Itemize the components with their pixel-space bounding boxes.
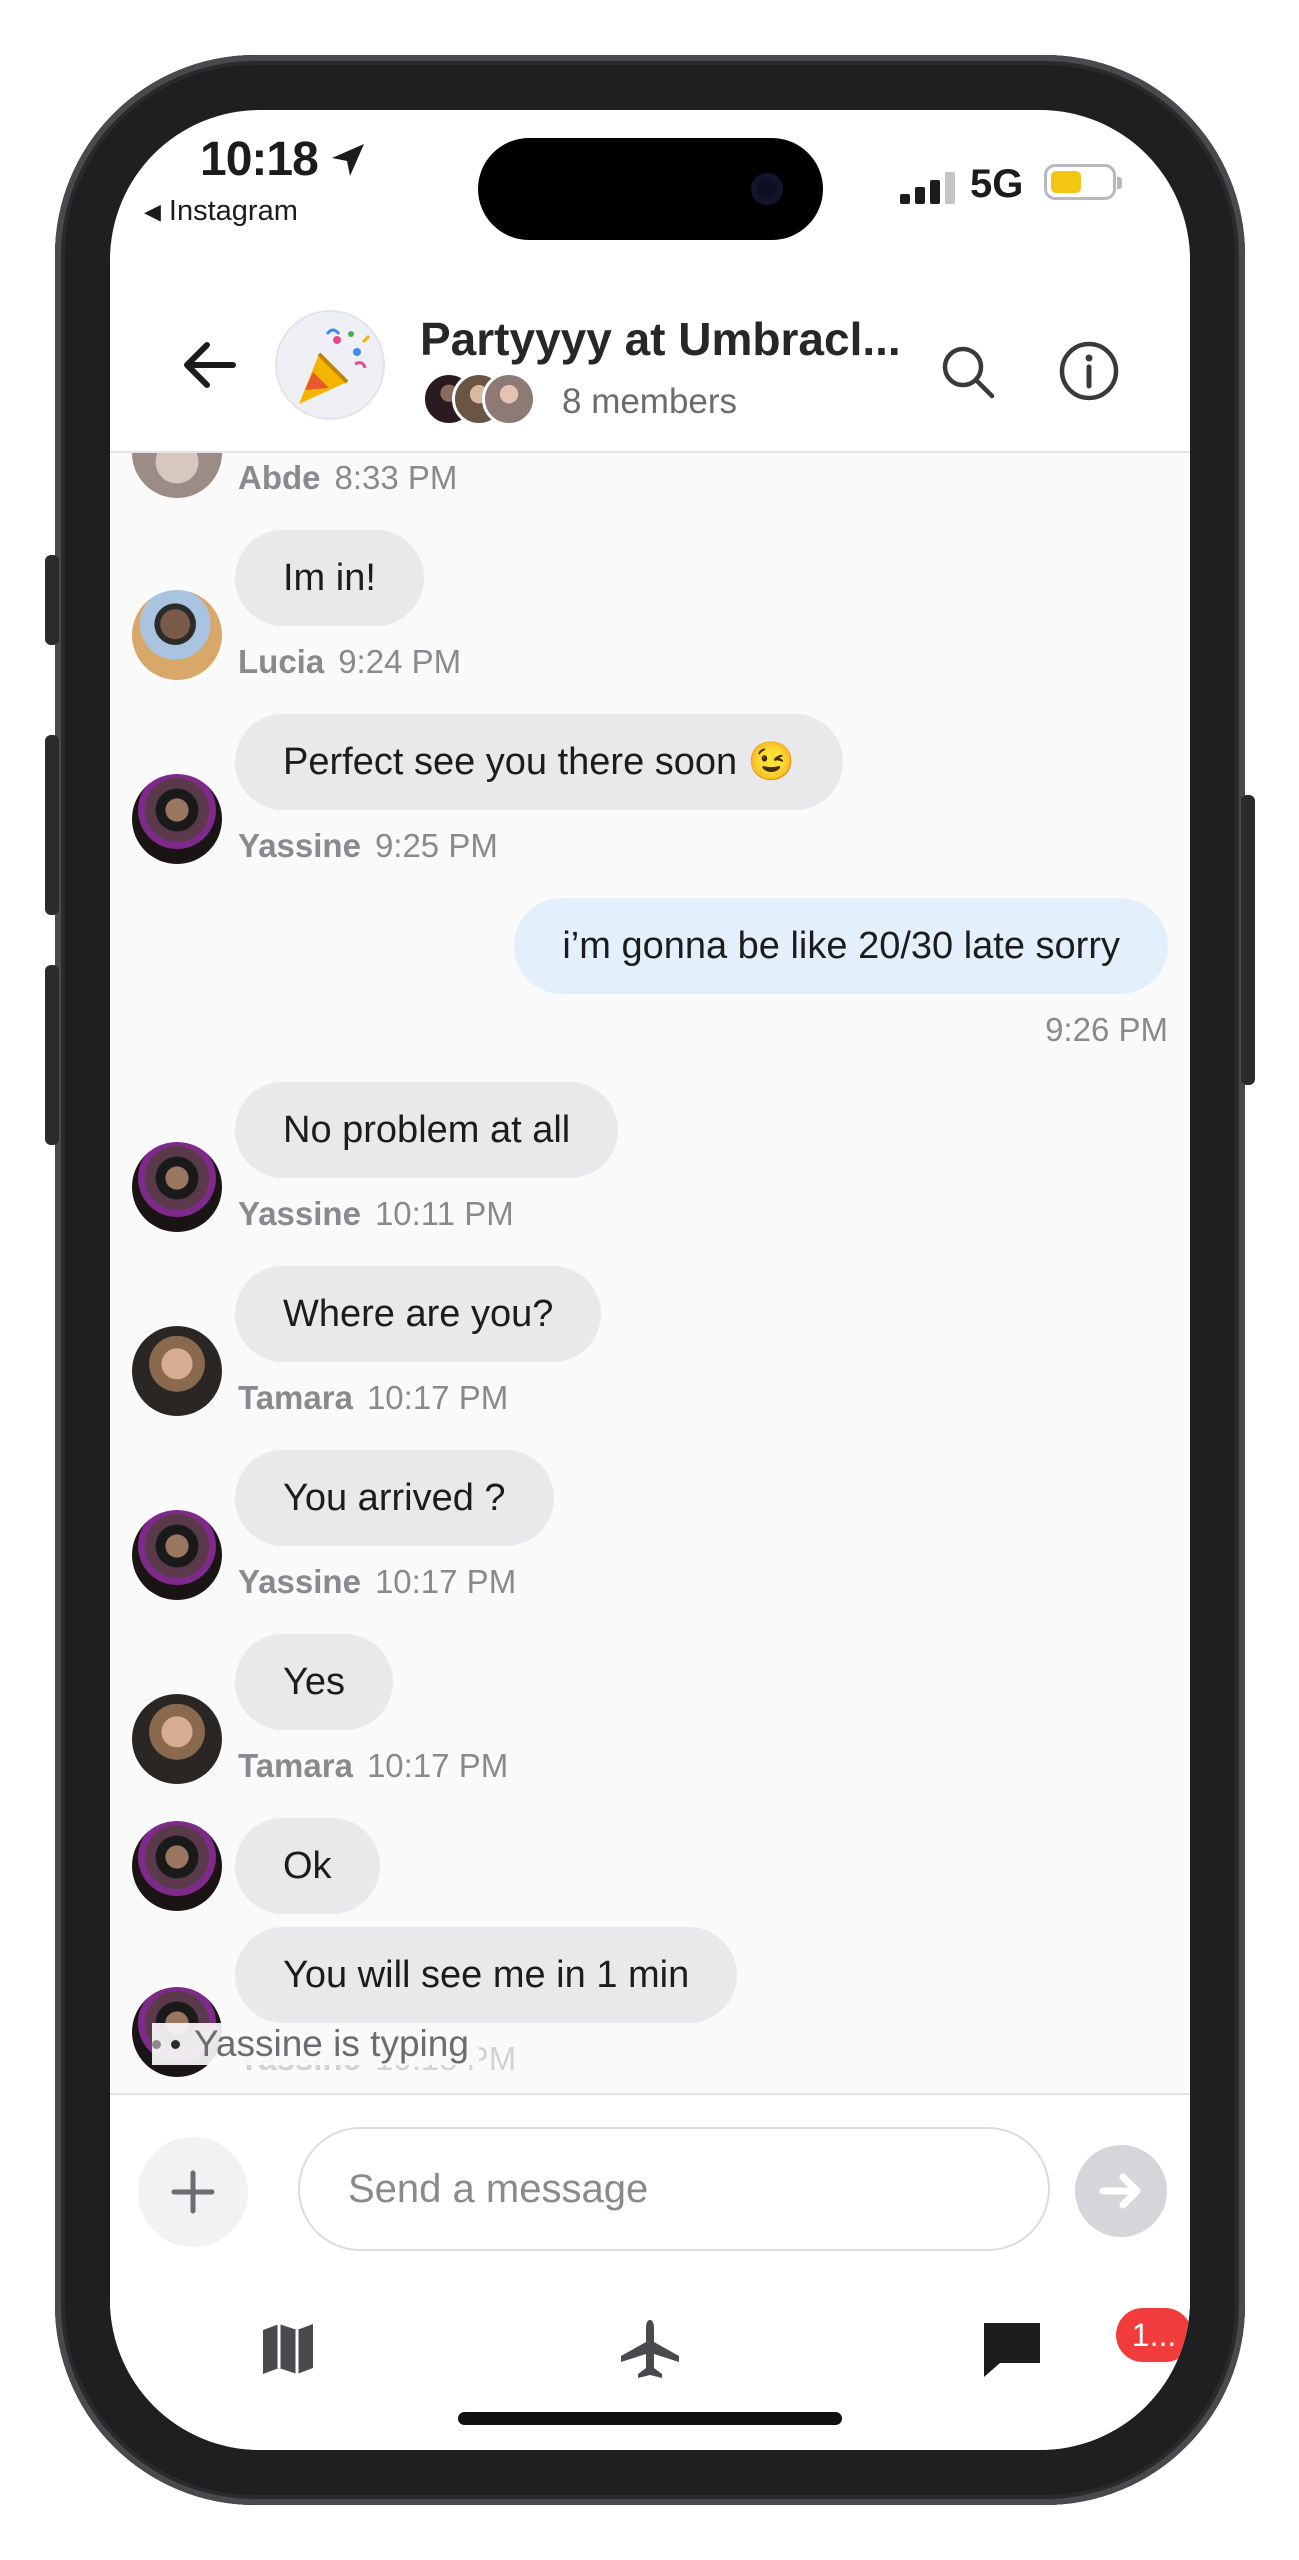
chat-header: Partyyyy at Umbracl... 8 members <box>110 290 1190 453</box>
message-bubble[interactable]: Ok <box>235 1818 380 1914</box>
typing-label: Yassine is typing <box>194 2023 469 2064</box>
typing-indicator: Yassine is typing <box>152 2023 479 2065</box>
message-meta: Yassine 10:17 PM <box>238 1563 517 1600</box>
dynamic-island <box>478 138 823 240</box>
map-icon <box>263 2324 313 2374</box>
group-avatar[interactable] <box>275 310 385 420</box>
avatar[interactable] <box>132 1821 222 1911</box>
message-bubble[interactable]: Yes <box>235 1634 393 1730</box>
message-bubble[interactable]: Perfect see you there soon 😉 <box>235 714 844 810</box>
message-meta: Tamara 10:17 PM <box>238 1379 509 1416</box>
volume-down-button <box>45 965 59 1145</box>
message-meta: Yassine 9:25 PM <box>238 827 498 864</box>
send-arrow-icon <box>1099 2173 1141 2209</box>
avatar[interactable] <box>132 1694 222 1784</box>
battery-icon <box>1044 164 1122 200</box>
party-popper-icon <box>299 328 371 404</box>
avatar[interactable] <box>132 1510 222 1600</box>
tab-trips[interactable] <box>605 2304 695 2394</box>
location-arrow-icon <box>332 144 364 176</box>
power-button <box>1241 795 1255 1085</box>
tab-map[interactable] <box>243 2304 333 2394</box>
back-arrow-icon[interactable] <box>175 330 245 400</box>
message-input[interactable] <box>298 2127 1050 2251</box>
back-app-label: Instagram <box>168 195 298 227</box>
add-attachment-button[interactable] <box>138 2137 248 2247</box>
plus-icon <box>171 2170 215 2214</box>
chat-title[interactable]: Partyyyy at Umbracl... <box>420 312 920 366</box>
info-icon[interactable] <box>1058 340 1120 402</box>
outgoing-message-bubble[interactable]: i’m gonna be like 20/30 late sorry <box>514 898 1168 994</box>
signal-icon <box>900 172 955 204</box>
message-meta: Yassine 10:11 PM <box>238 1195 514 1232</box>
avatar[interactable] <box>132 1142 222 1232</box>
avatar[interactable] <box>132 774 222 864</box>
network-label: 5G <box>970 162 1024 206</box>
home-indicator[interactable] <box>458 2412 842 2425</box>
airplane-icon <box>621 2320 679 2378</box>
message-bubble[interactable]: Where are you? <box>235 1266 602 1362</box>
volume-up-button <box>45 735 59 915</box>
composer-bar <box>110 2093 1190 2276</box>
member-avatars <box>422 372 542 428</box>
message-bubble[interactable]: No problem at all <box>235 1082 619 1178</box>
search-icon[interactable] <box>938 342 998 402</box>
typing-dots-icon <box>152 2039 180 2049</box>
message-bubble[interactable]: You will see me in 1 min <box>235 1927 738 2023</box>
message-meta: Lucia 9:24 PM <box>238 643 462 680</box>
message-thread[interactable]: Abde 8:33 PM Im in! Lucia 9:24 PM Perfect … <box>110 453 1190 2093</box>
message-meta: Abde 8:33 PM <box>238 459 458 496</box>
chat-badge: 1... <box>1116 2308 1190 2362</box>
status-time: 10:18 <box>200 133 319 186</box>
message-bubble[interactable]: Im in! <box>235 530 424 626</box>
back-to-app-link[interactable]: ◀ Instagram <box>144 195 298 228</box>
members-count[interactable]: 8 members <box>562 382 737 422</box>
mute-switch <box>45 555 59 645</box>
avatar[interactable] <box>132 1326 222 1416</box>
chat-icon <box>984 2323 1040 2377</box>
member-avatar <box>482 372 536 426</box>
message-meta: Tamara 10:17 PM <box>238 1747 509 1784</box>
camera-icon <box>751 173 783 205</box>
tab-chats[interactable] <box>967 2304 1057 2394</box>
avatar[interactable] <box>132 590 222 680</box>
back-triangle-icon: ◀ <box>144 198 161 224</box>
avatar[interactable] <box>132 453 222 498</box>
screen: 10:18 ◀ Instagram 5G Partyyyy at Umbracl… <box>110 110 1190 2450</box>
message-bubble[interactable]: You arrived ? <box>235 1450 554 1546</box>
send-button[interactable] <box>1075 2145 1167 2237</box>
message-time: 9:26 PM <box>1045 1011 1168 1048</box>
